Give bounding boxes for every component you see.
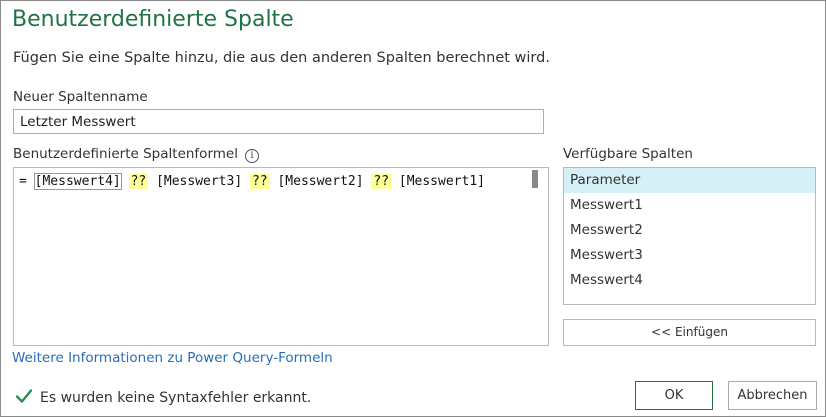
available-columns-list[interactable]: Parameter Messwert1 Messwert2 Messwert3 … <box>563 167 816 305</box>
column-item-parameter[interactable]: Parameter <box>564 168 815 193</box>
formula-text[interactable]: = [Messwert4] ?? [Messwert3] ?? [Messwer… <box>19 172 485 192</box>
custom-column-dialog: Benutzerdefinierte Spalte Fügen Sie eine… <box>0 0 826 417</box>
column-name-label: Neuer Spaltenname <box>13 89 148 105</box>
column-name-input[interactable] <box>13 109 544 134</box>
coalesce-operator: ?? <box>249 174 270 189</box>
ok-button[interactable]: OK <box>635 381 713 410</box>
formula-column-ref: [Messwert1] <box>398 174 485 189</box>
dialog-description: Fügen Sie eine Spalte hinzu, die aus den… <box>13 50 550 66</box>
insert-column-button[interactable]: << Einfügen <box>563 319 816 346</box>
checkmark-icon <box>15 389 33 403</box>
formula-column-ref: [Messwert4] <box>33 173 122 190</box>
formula-prefix: = <box>19 174 35 189</box>
syntax-status: Es wurden keine Syntaxfehler erkannt. <box>15 387 311 406</box>
power-query-help-link[interactable]: Weitere Informationen zu Power Query-For… <box>12 350 333 366</box>
dialog-title: Benutzerdefinierte Spalte <box>12 7 294 32</box>
formula-editor[interactable]: = [Messwert4] ?? [Messwert3] ?? [Messwer… <box>13 167 549 346</box>
column-item-messwert1[interactable]: Messwert1 <box>564 193 815 218</box>
info-icon[interactable]: i <box>244 149 259 163</box>
formula-scrollbar[interactable] <box>531 168 548 345</box>
formula-column-ref: [Messwert3] <box>156 174 243 189</box>
coalesce-operator: ?? <box>128 174 149 189</box>
formula-label-text: Benutzerdefinierte Spaltenformel <box>13 146 238 162</box>
syntax-status-text: Es wurden keine Syntaxfehler erkannt. <box>40 390 312 406</box>
coalesce-operator: ?? <box>371 174 392 189</box>
column-item-messwert4[interactable]: Messwert4 <box>564 268 815 293</box>
column-item-messwert2[interactable]: Messwert2 <box>564 218 815 243</box>
scrollbar-thumb[interactable] <box>532 170 538 188</box>
formula-label: Benutzerdefinierte Spaltenformel i <box>13 146 259 163</box>
available-columns-label: Verfügbare Spalten <box>563 146 693 162</box>
formula-column-ref: [Messwert2] <box>277 174 364 189</box>
cancel-button[interactable]: Abbrechen <box>728 381 817 410</box>
column-item-messwert3[interactable]: Messwert3 <box>564 243 815 268</box>
